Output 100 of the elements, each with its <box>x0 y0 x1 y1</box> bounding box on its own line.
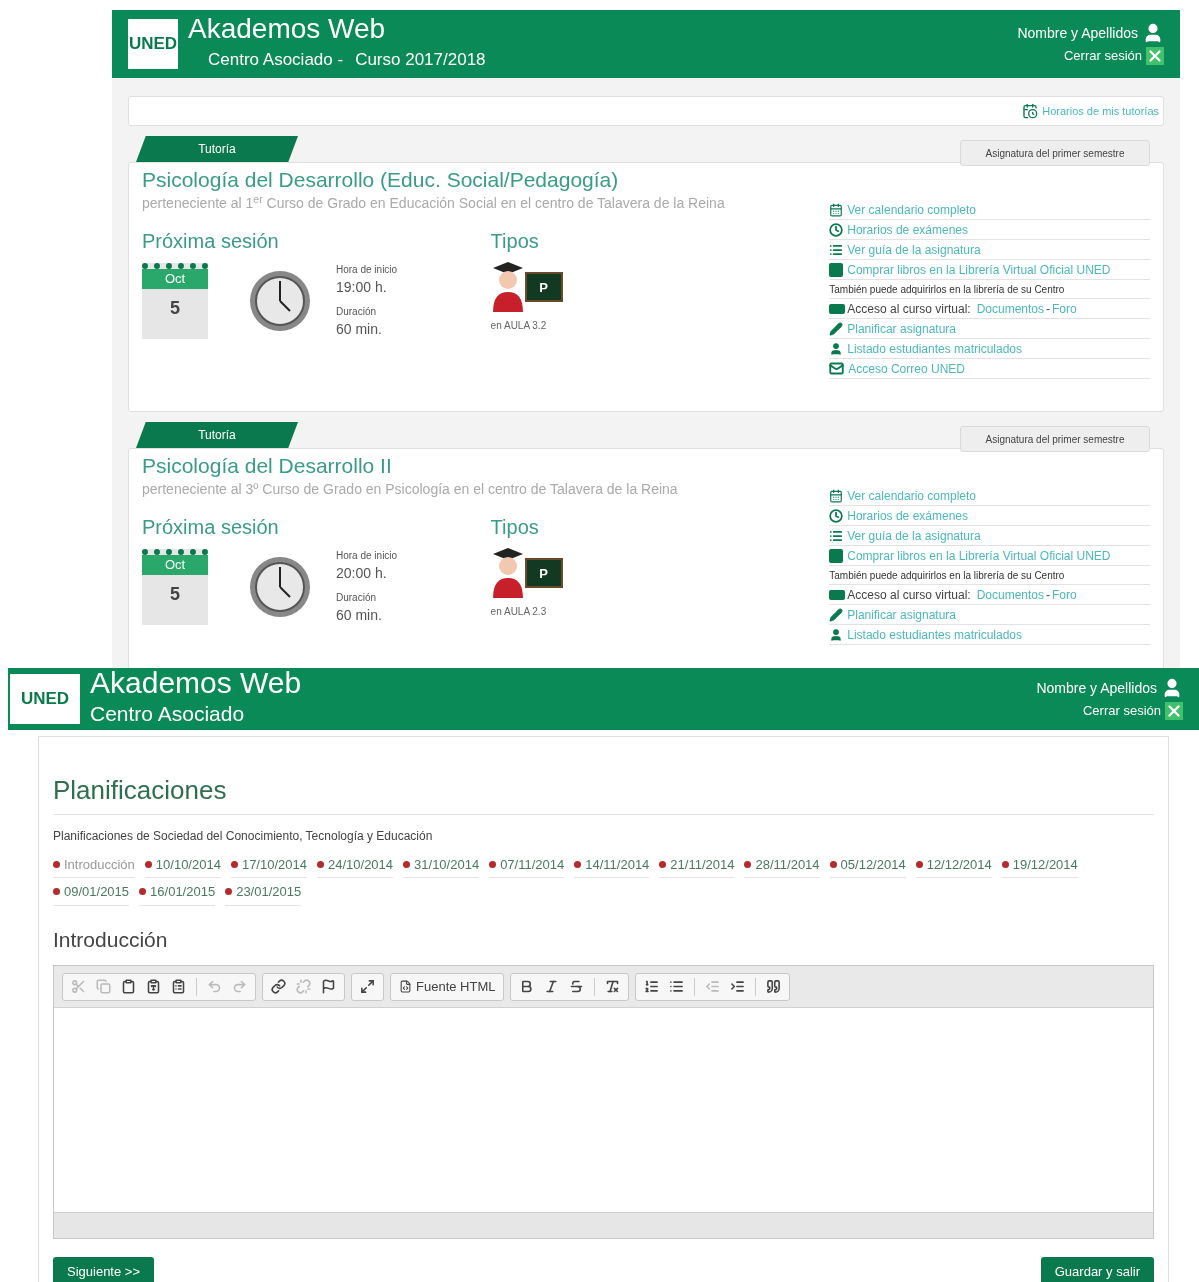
schedule-link[interactable]: Horarios de mis tutorías <box>1042 102 1159 120</box>
calendar-icon <box>829 202 844 217</box>
duration-value: 60 min. <box>336 320 383 340</box>
session-link[interactable]: 21/11/2014 <box>659 854 735 878</box>
forum-link[interactable]: Foro <box>1052 299 1077 318</box>
list-icon <box>829 528 844 543</box>
teacher-icon <box>490 548 525 599</box>
page-heading: Planificaciones <box>53 770 1154 815</box>
session-link[interactable]: 23/01/2015 <box>225 882 302 906</box>
next-button[interactable]: Siguiente >> <box>53 1257 154 1282</box>
semester-badge: Asignatura del primer semestre <box>960 426 1150 452</box>
link[interactable]: Planificar asignatura <box>847 605 956 624</box>
link[interactable]: Acceso Correo UNED <box>848 359 965 378</box>
tutorial-tag: Tutoría <box>136 422 298 448</box>
clear-format-icon[interactable] <box>605 979 621 994</box>
link-icon[interactable] <box>271 979 286 994</box>
note-text: También puede adquirirlos en la librería de su Centro <box>829 568 1065 583</box>
link[interactable]: Comprar libros en la Librería Virtual Oficial UNED <box>847 260 1111 279</box>
session-link[interactable]: 10/10/2014 <box>144 854 221 878</box>
clock-icon <box>829 222 844 237</box>
types-heading: Tipos <box>490 229 540 255</box>
room-text: en AULA 3.2 <box>490 320 547 332</box>
session-heading: Próxima sesión <box>142 229 280 255</box>
bold-icon[interactable] <box>519 979 535 994</box>
bullet-icon <box>744 860 752 868</box>
bullet-icon <box>53 860 60 868</box>
session-link[interactable]: 24/10/2014 <box>317 854 394 878</box>
paste-word-icon[interactable] <box>171 979 186 994</box>
documents-link[interactable]: Documentos <box>976 299 1045 318</box>
description: Planificaciones de Sociedad del Conocimiento, Tecnología y Educación <box>53 827 434 845</box>
logout-link[interactable]: Cerrar sesión <box>1082 701 1161 721</box>
session-link[interactable]: 16/01/2015 <box>139 882 216 906</box>
bullet-icon <box>53 888 60 896</box>
bullet-icon <box>489 860 497 868</box>
bullet-icon <box>230 860 238 868</box>
logout-link[interactable]: Cerrar sesión <box>1063 46 1142 66</box>
calendar-day: 5 <box>142 295 208 323</box>
rich-text-editor[interactable]: Fuente HTML <box>53 965 1154 1239</box>
forum-link[interactable]: Foro <box>1052 585 1077 604</box>
strikethrough-icon[interactable] <box>569 979 585 994</box>
user-icon <box>829 341 844 356</box>
app-title: Akademos Web <box>90 668 302 698</box>
close-icon[interactable] <box>1165 701 1183 720</box>
mail-icon <box>829 361 845 377</box>
types-heading: Tipos <box>490 515 540 541</box>
numbered-list-icon[interactable] <box>644 979 660 994</box>
paste-icon[interactable] <box>121 979 136 994</box>
flag-icon[interactable] <box>321 979 336 994</box>
bullet-icon <box>915 860 923 868</box>
link[interactable]: Horarios de exámenes <box>847 506 968 525</box>
link[interactable]: Listado estudiantes matriculados <box>847 339 1023 358</box>
course-title: Psicología del Desarrollo (Educ. Social/Pedagogía) <box>142 167 620 193</box>
link[interactable]: Planificar asignatura <box>847 319 956 338</box>
session-link[interactable]: 19/12/2014 <box>1001 854 1078 878</box>
session-link[interactable]: 17/10/2014 <box>230 854 307 878</box>
user-icon <box>829 627 844 642</box>
link[interactable]: Ver guía de la asignatura <box>847 240 981 259</box>
link[interactable]: Ver calendario completo <box>847 486 976 505</box>
duration-label: Duración <box>336 591 378 606</box>
type-badge: P <box>524 558 563 589</box>
session-link[interactable]: 09/01/2015 <box>53 882 130 906</box>
link[interactable]: Listado estudiantes matriculados <box>847 625 1023 644</box>
maximize-icon[interactable] <box>360 979 375 994</box>
course-title: Psicología del Desarrollo II <box>142 453 393 479</box>
link[interactable]: Ver calendario completo <box>847 200 976 219</box>
bullet-icon <box>139 888 147 896</box>
documents-link[interactable]: Documentos <box>976 585 1045 604</box>
bullet-icon <box>317 860 324 868</box>
quote-icon[interactable] <box>766 979 782 994</box>
list-icon <box>829 242 844 257</box>
session-link[interactable]: Introducción <box>53 854 135 878</box>
session-link[interactable]: 28/11/2014 <box>744 854 820 878</box>
start-time: 19:00 h. <box>336 278 388 298</box>
user-name[interactable]: Nombre y Apellidos <box>1017 22 1138 44</box>
paste-text-icon[interactable] <box>146 979 161 994</box>
pencil-icon <box>829 321 844 336</box>
calendar-clock-icon <box>1022 103 1039 119</box>
note-text: También puede adquirirlos en la librería de su Centro <box>829 282 1065 297</box>
session-link[interactable]: 05/12/2014 <box>829 854 906 878</box>
pencil-icon <box>829 607 844 622</box>
duration-value: 60 min. <box>336 606 383 626</box>
clock-icon <box>829 508 844 523</box>
link[interactable]: Ver guía de la asignatura <box>847 526 981 545</box>
source-button[interactable]: Fuente HTML <box>390 972 505 1001</box>
bullet-list-icon[interactable] <box>669 979 685 994</box>
app-title: Akademos Web <box>188 15 387 44</box>
start-label: Hora de inicio <box>336 263 398 278</box>
separator-text: - <box>1046 300 1051 318</box>
save-button[interactable]: Guardar y salir <box>1040 1257 1154 1282</box>
session-link[interactable]: 31/10/2014 <box>403 854 480 878</box>
italic-icon[interactable] <box>544 979 560 994</box>
session-link[interactable]: 14/11/2014 <box>574 854 650 878</box>
session-link[interactable]: 12/12/2014 <box>915 854 992 878</box>
link[interactable]: Horarios de exámenes <box>847 220 968 239</box>
bullet-icon <box>659 860 667 868</box>
indent-icon[interactable] <box>730 979 746 994</box>
link[interactable]: Comprar libros en la Librería Virtual Oficial UNED <box>847 546 1111 565</box>
user-name[interactable]: Nombre y Apellidos <box>1036 677 1157 699</box>
session-link[interactable]: 07/11/2014 <box>489 854 565 878</box>
bullet-icon <box>1001 860 1009 868</box>
